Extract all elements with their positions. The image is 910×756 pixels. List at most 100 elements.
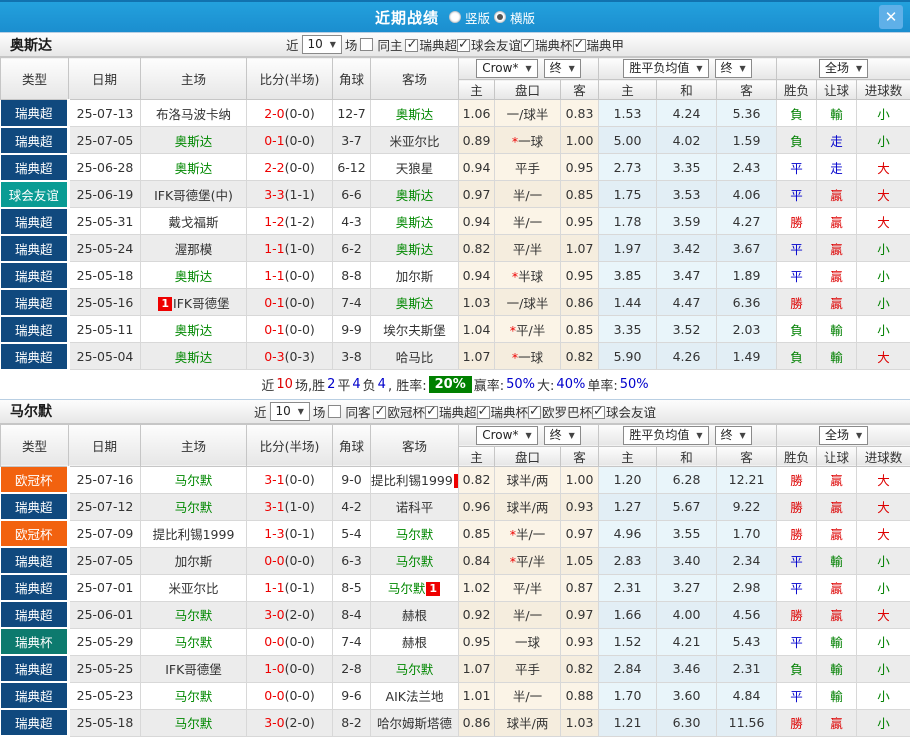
away-cell[interactable]: 马尔默 xyxy=(371,520,459,547)
away-cell[interactable]: 赫根 xyxy=(371,628,459,655)
home-team-name[interactable]: 奥斯达 xyxy=(175,350,213,365)
league-checkbox-label[interactable]: 瑞典杯 xyxy=(490,405,528,420)
league-checkbox[interactable] xyxy=(573,39,586,52)
home-team-name[interactable]: 奥斯达 xyxy=(175,134,213,149)
home-cell[interactable]: 奥斯达 xyxy=(141,127,247,154)
away-team-name[interactable]: 哈马比 xyxy=(396,350,434,365)
away-team-name[interactable]: 奥斯达 xyxy=(396,107,434,122)
league-checkbox-label[interactable]: 球会友谊 xyxy=(606,405,656,420)
home-team-name[interactable]: 奥斯达 xyxy=(175,161,213,176)
home-team-name[interactable]: IFK哥德堡 xyxy=(165,662,222,677)
home-cell[interactable]: 戴戈福斯 xyxy=(141,208,247,235)
league-checkbox-label[interactable]: 瑞典杯 xyxy=(535,38,573,53)
home-cell[interactable]: 马尔默 xyxy=(141,682,247,709)
home-cell[interactable]: 奥斯达 xyxy=(141,262,247,289)
home-cell[interactable]: 1IFK哥德堡 xyxy=(141,289,247,316)
away-cell[interactable]: 埃尔夫斯堡 xyxy=(371,316,459,343)
mean-type-select[interactable]: 胜平负均值▼ xyxy=(623,426,708,445)
league-checkbox[interactable] xyxy=(373,406,386,419)
scope-select[interactable]: 全场▼ xyxy=(819,426,868,445)
same-venue-label[interactable]: 同主 xyxy=(377,35,402,54)
home-cell[interactable]: 马尔默 xyxy=(141,466,247,493)
mean-time-select[interactable]: 终▼ xyxy=(715,426,752,445)
same-venue-label[interactable]: 同客 xyxy=(345,402,370,421)
home-team-name[interactable]: 戴戈福斯 xyxy=(168,215,218,230)
away-cell[interactable]: 天狼星 xyxy=(371,154,459,181)
home-cell[interactable]: 奥斯达 xyxy=(141,343,247,370)
league-checkbox-label[interactable]: 瑞典甲 xyxy=(587,38,625,53)
away-team-name[interactable]: 埃尔夫斯堡 xyxy=(383,323,446,338)
away-team-name[interactable]: 米亚尔比 xyxy=(389,134,439,149)
away-team-name[interactable]: 奥斯达 xyxy=(396,242,434,257)
close-icon[interactable]: ✕ xyxy=(879,5,903,29)
mean-type-select[interactable]: 胜平负均值▼ xyxy=(623,59,708,78)
home-team-name[interactable]: 加尔斯 xyxy=(175,554,213,569)
away-team-name[interactable]: 诺科平 xyxy=(396,500,434,515)
match-count-select[interactable]: 10▼ xyxy=(269,402,309,421)
home-cell[interactable]: 奥斯达 xyxy=(141,154,247,181)
odds-time-select[interactable]: 终▼ xyxy=(544,426,581,445)
odds-company-select[interactable]: Crow*▼ xyxy=(476,59,537,78)
away-team-name[interactable]: 加尔斯 xyxy=(396,269,434,284)
away-team-name[interactable]: 哈尔姆斯塔德 xyxy=(377,716,452,731)
league-checkbox[interactable] xyxy=(457,39,470,52)
away-cell[interactable]: 马尔默1 xyxy=(371,574,459,601)
away-cell[interactable]: 加尔斯 xyxy=(371,262,459,289)
match-count-select[interactable]: 10▼ xyxy=(301,35,341,54)
home-team-name[interactable]: IFK哥德堡(中) xyxy=(154,188,233,203)
away-cell[interactable]: 马尔默 xyxy=(371,655,459,682)
mean-time-select[interactable]: 终▼ xyxy=(715,59,752,78)
away-cell[interactable]: 奥斯达 xyxy=(371,100,459,127)
away-team-name[interactable]: 马尔默 xyxy=(388,581,426,596)
away-team-name[interactable]: 奥斯达 xyxy=(396,215,434,230)
league-checkbox-label[interactable]: 欧罗巴杯 xyxy=(542,405,592,420)
home-team-name[interactable]: 马尔默 xyxy=(175,473,213,488)
away-cell[interactable]: 奥斯达 xyxy=(371,181,459,208)
home-cell[interactable]: 马尔默 xyxy=(141,709,247,736)
away-team-name[interactable]: 提比利锡1999 xyxy=(371,473,453,488)
radio-horizontal[interactable] xyxy=(494,11,506,23)
home-team-name[interactable]: 马尔默 xyxy=(175,689,213,704)
home-cell[interactable]: 米亚尔比 xyxy=(141,574,247,601)
away-team-name[interactable]: 赫根 xyxy=(402,635,427,650)
home-cell[interactable]: 马尔默 xyxy=(141,628,247,655)
league-checkbox-label[interactable]: 瑞典超 xyxy=(419,38,457,53)
home-team-name[interactable]: 奥斯达 xyxy=(175,323,213,338)
away-cell[interactable]: 哈尔姆斯塔德 xyxy=(371,709,459,736)
radio-horizontal-label[interactable]: 横版 xyxy=(510,8,535,27)
away-team-name[interactable]: 马尔默 xyxy=(396,554,434,569)
home-team-name[interactable]: IFK哥德堡 xyxy=(173,296,230,311)
away-cell[interactable]: 奥斯达 xyxy=(371,235,459,262)
league-checkbox[interactable] xyxy=(405,39,418,52)
league-checkbox[interactable] xyxy=(425,406,438,419)
home-team-name[interactable]: 马尔默 xyxy=(175,635,213,650)
home-cell[interactable]: 奥斯达 xyxy=(141,316,247,343)
home-cell[interactable]: 马尔默 xyxy=(141,601,247,628)
home-cell[interactable]: 马尔默 xyxy=(141,493,247,520)
home-team-name[interactable]: 马尔默 xyxy=(175,716,213,731)
radio-vertical-label[interactable]: 竖版 xyxy=(465,8,490,27)
league-checkbox[interactable] xyxy=(476,406,489,419)
away-team-name[interactable]: AIK法兰地 xyxy=(386,689,444,704)
same-venue-checkbox[interactable] xyxy=(360,38,373,51)
radio-vertical[interactable] xyxy=(449,11,461,23)
away-cell[interactable]: 赫根 xyxy=(371,601,459,628)
league-checkbox-label[interactable]: 球会友谊 xyxy=(471,38,521,53)
home-team-name[interactable]: 提比利锡1999 xyxy=(153,527,235,542)
away-cell[interactable]: 哈马比 xyxy=(371,343,459,370)
home-team-name[interactable]: 奥斯达 xyxy=(175,269,213,284)
home-cell[interactable]: IFK哥德堡(中) xyxy=(141,181,247,208)
home-team-name[interactable]: 马尔默 xyxy=(175,500,213,515)
home-team-name[interactable]: 渥那模 xyxy=(175,242,213,257)
home-cell[interactable]: 渥那模 xyxy=(141,235,247,262)
away-cell[interactable]: 奥斯达 xyxy=(371,208,459,235)
away-team-name[interactable]: 马尔默 xyxy=(396,527,434,542)
away-cell[interactable]: 诺科平 xyxy=(371,493,459,520)
away-team-name[interactable]: 奥斯达 xyxy=(396,296,434,311)
away-cell[interactable]: 米亚尔比 xyxy=(371,127,459,154)
home-cell[interactable]: 加尔斯 xyxy=(141,547,247,574)
league-checkbox-label[interactable]: 欧冠杯 xyxy=(387,405,425,420)
away-team-name[interactable]: 马尔默 xyxy=(396,662,434,677)
away-team-name[interactable]: 赫根 xyxy=(402,608,427,623)
odds-company-select[interactable]: Crow*▼ xyxy=(476,426,537,445)
